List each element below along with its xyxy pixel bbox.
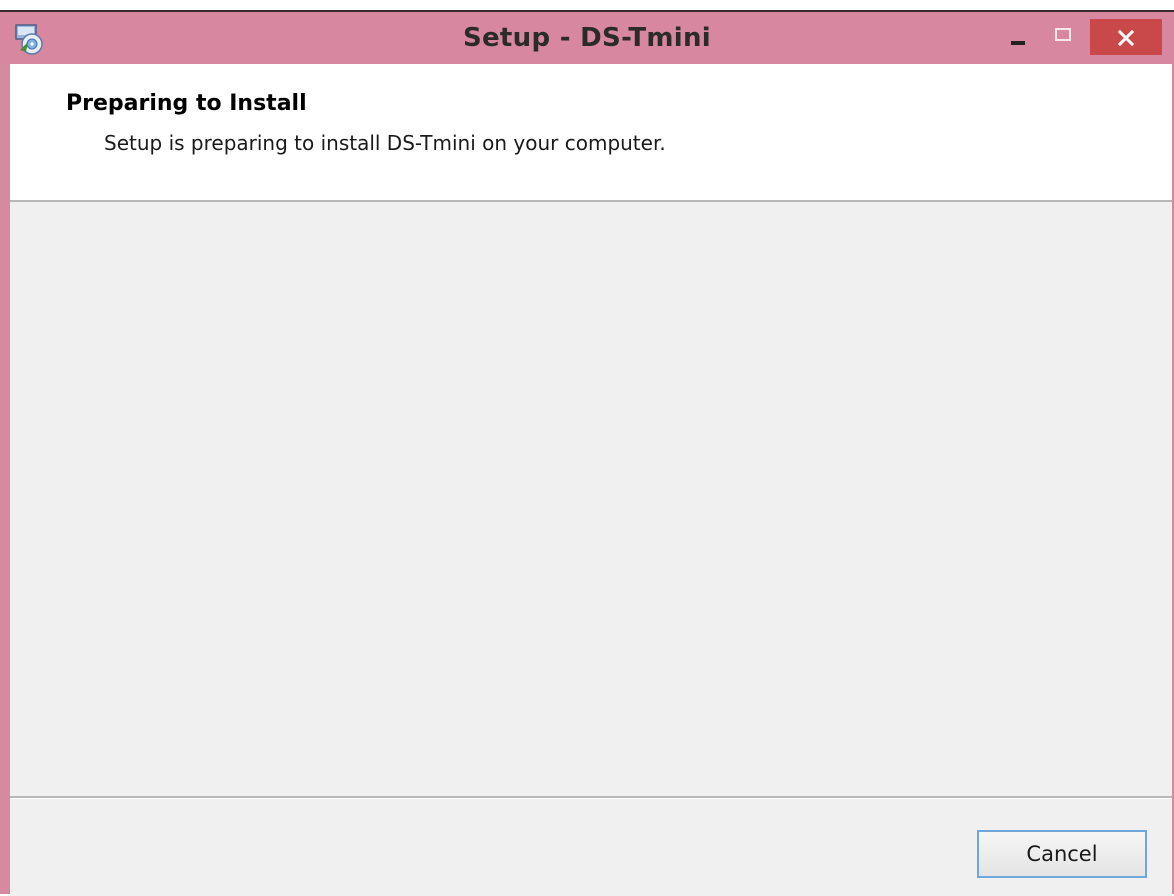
setup-window: Setup - DS-Tmini Preparing to Install Se… bbox=[0, 10, 1174, 896]
minimize-button[interactable] bbox=[1003, 20, 1039, 54]
wizard-header-panel: Preparing to Install Setup is preparing … bbox=[10, 64, 1172, 202]
wizard-client-area: Preparing to Install Setup is preparing … bbox=[10, 64, 1172, 896]
title-bar[interactable]: Setup - DS-Tmini bbox=[0, 12, 1174, 64]
close-icon bbox=[1118, 30, 1134, 46]
footer-divider bbox=[10, 796, 1172, 799]
page-title: Preparing to Install bbox=[66, 91, 307, 116]
close-button[interactable] bbox=[1090, 19, 1162, 55]
page-subtitle: Setup is preparing to install DS-Tmini o… bbox=[104, 131, 666, 155]
window-title: Setup - DS-Tmini bbox=[462, 23, 712, 53]
cancel-button[interactable]: Cancel bbox=[977, 830, 1147, 878]
minimize-icon bbox=[1011, 41, 1025, 45]
wizard-body bbox=[10, 202, 1172, 796]
maximize-icon bbox=[1055, 28, 1071, 41]
maximize-button[interactable] bbox=[1045, 20, 1085, 54]
